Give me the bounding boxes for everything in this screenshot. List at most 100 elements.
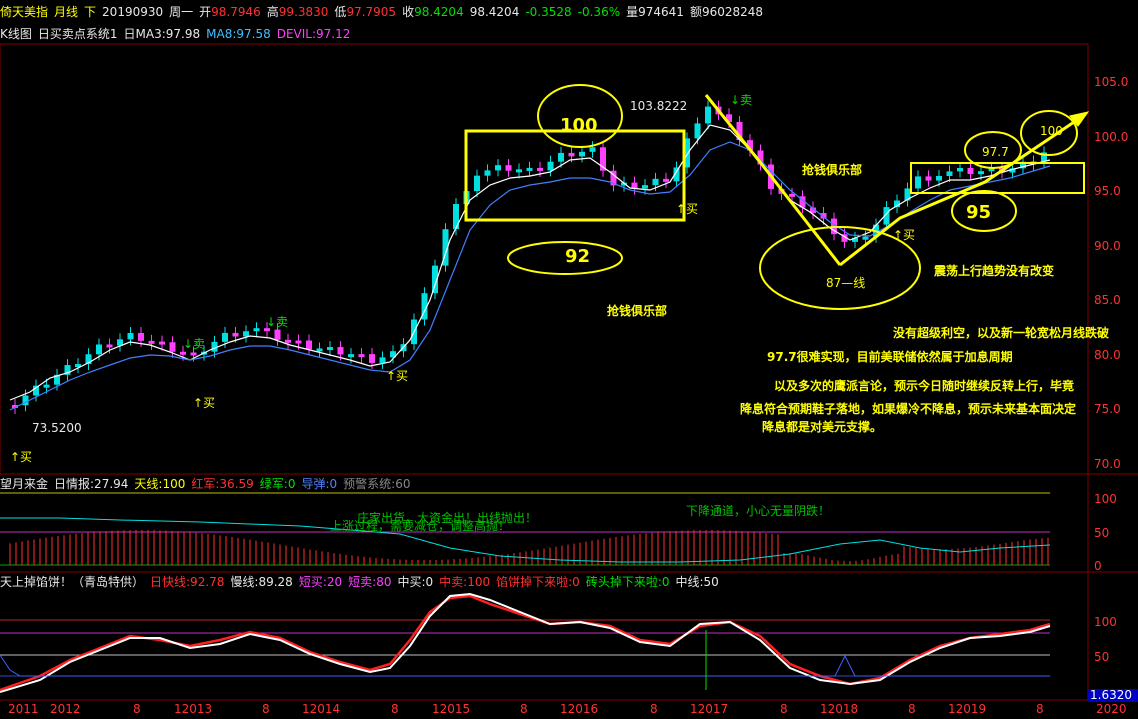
candle-body	[642, 185, 648, 189]
candle-body	[316, 348, 323, 352]
time-tick: 8	[780, 702, 788, 716]
circle-92-label: 92	[565, 246, 590, 267]
ind2-axis-tick: 100	[1094, 615, 1117, 629]
time-tick: 8	[520, 702, 528, 716]
high-price-label: 103.8222	[630, 99, 687, 113]
club-label-1: 抢钱俱乐部	[607, 303, 667, 318]
candle-body	[936, 176, 942, 181]
ind2-axis-tick: 50	[1094, 650, 1109, 664]
candle-body	[589, 147, 596, 152]
candle-body	[138, 333, 144, 341]
candle-body	[232, 332, 239, 337]
trend-label: 震荡上行趋势没有改变	[934, 263, 1054, 278]
candle-body	[169, 342, 176, 352]
candle-body	[327, 347, 333, 351]
candle-body	[148, 340, 155, 344]
candle-body	[652, 178, 659, 186]
circle-95-label: 95	[966, 202, 991, 223]
ind2-manxian: 慢线:89.28	[230, 575, 293, 589]
ind1-yujing: 预警系统:60	[343, 477, 411, 491]
price-tick: 75.0	[1094, 402, 1121, 416]
buy-marker: ↑买	[893, 228, 915, 242]
candle-body	[694, 123, 701, 139]
candle-body	[925, 176, 932, 181]
candle-body	[568, 152, 575, 157]
time-tick: 12013	[174, 702, 212, 716]
note-line-2: 97.7很难实现，目前美联储依然属于加息周期	[767, 349, 1013, 364]
time-tick: 12018	[820, 702, 858, 716]
time-tick: 12019	[948, 702, 986, 716]
ind1-axis-tick: 0	[1094, 559, 1102, 573]
candle-body	[862, 236, 869, 240]
candle-body	[474, 175, 480, 192]
candle-body	[253, 328, 260, 332]
candle-body	[295, 340, 302, 344]
candle-body	[453, 204, 459, 230]
time-tick: 8	[1036, 702, 1044, 716]
candle-body	[190, 352, 197, 356]
candlestick-series	[12, 100, 1047, 414]
ind1-tianxian: 天线:100	[134, 477, 186, 491]
ind2-zhongmai2: 中卖:100	[439, 575, 491, 589]
ma8-line	[9, 141, 1051, 411]
candle-body	[222, 332, 228, 342]
time-tick: 12014	[302, 702, 340, 716]
buy-marker: ↑买	[676, 202, 698, 216]
consolidation-box-1	[464, 129, 686, 222]
club-label-2: 抢钱俱乐部	[802, 162, 862, 177]
low-price-label: 73.5200	[32, 421, 82, 435]
price-axis: 105.0 100.0 95.0 90.0 85.0 80.0 75.0 70.…	[1094, 75, 1128, 471]
ind2-name[interactable]: 天上掉馅饼！（青岛特供）	[0, 575, 144, 589]
trend-line-up	[839, 116, 1081, 267]
chart-canvas[interactable]: 105.0 100.0 95.0 90.0 85.0 80.0 75.0 70.…	[0, 0, 1138, 719]
ind1-name[interactable]: 望月来金	[0, 477, 48, 491]
circle-100b-label: 100	[1040, 124, 1063, 138]
candle-body	[348, 354, 354, 358]
candle-body	[505, 165, 512, 171]
candle-body	[516, 169, 522, 173]
time-tick: 2020	[1096, 702, 1127, 716]
ind1-axis-tick: 100	[1094, 492, 1117, 506]
circle-977-label: 97.7	[982, 145, 1009, 159]
ind2-xianbing: 馅饼掉下来啦:0	[496, 575, 580, 589]
price-tick: 100.0	[1094, 130, 1128, 144]
ind2-zhuantou: 砖头掉下来啦:0	[585, 575, 670, 589]
ind2-fast-line	[0, 592, 1051, 693]
candle-body	[946, 171, 953, 176]
ind1-text-mid2: 上涨过程，需要减仓，调整高抛！	[330, 518, 510, 533]
candle-body	[337, 347, 344, 355]
circle-87-label: 87—线	[826, 276, 865, 290]
ind1-daopao: 导弹:0	[301, 477, 338, 491]
price-tick: 95.0	[1094, 184, 1121, 198]
note-line-1: 没有超级利空，以及新一轮宽松月线跌破	[893, 325, 1109, 340]
candle-body	[547, 161, 554, 171]
trend-line-down	[704, 94, 842, 266]
ind2-duanmai2: 短卖:80	[348, 575, 392, 589]
ind1-red-bars	[9, 530, 1049, 565]
candle-body	[274, 329, 281, 340]
candle-body	[495, 165, 501, 171]
time-tick: 12015	[432, 702, 470, 716]
candle-body	[379, 357, 386, 363]
time-tick: 2011	[8, 702, 39, 716]
price-tick: 90.0	[1094, 239, 1121, 253]
candle-body	[484, 170, 491, 176]
candle-body	[243, 331, 249, 337]
price-tick: 105.0	[1094, 75, 1128, 89]
time-tick: 8	[650, 702, 658, 716]
candle-body	[537, 167, 543, 171]
sell-marker: ↓卖	[266, 315, 288, 329]
buy-marker: ↑买	[386, 369, 408, 383]
time-tick: 8	[391, 702, 399, 716]
sell-marker: ↓卖	[183, 337, 205, 351]
sell-marker: ↓卖	[730, 93, 752, 107]
candle-body	[285, 339, 291, 343]
ind2-duanmai: 短买:20	[298, 575, 343, 589]
time-axis: 2011 2012 8 12013 8 12014 8 12015 8 1201…	[8, 702, 1127, 716]
time-tick: 8	[908, 702, 916, 716]
candle-body	[789, 193, 795, 197]
candle-body	[526, 167, 533, 171]
ind2-kuaixian: 日快线:92.78	[150, 575, 225, 589]
price-tick: 70.0	[1094, 457, 1121, 471]
buy-marker: ↑买	[193, 396, 215, 410]
